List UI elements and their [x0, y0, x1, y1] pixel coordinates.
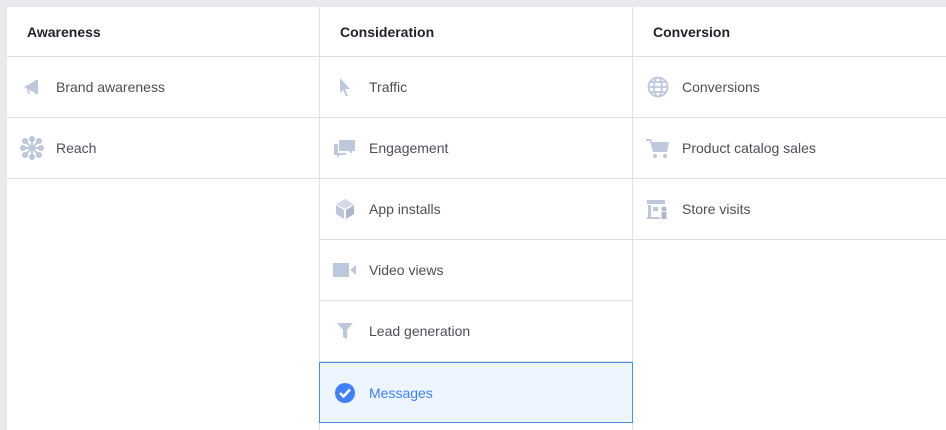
item-label: Messages: [369, 384, 433, 401]
store-icon: [646, 197, 670, 221]
video-camera-icon: [333, 258, 357, 282]
objective-brand-awareness[interactable]: Brand awareness: [7, 57, 319, 118]
objective-store-visits[interactable]: Store visits: [633, 179, 946, 240]
objective-lead-generation[interactable]: Lead generation: [320, 301, 632, 362]
funnel-icon: [333, 319, 357, 343]
column-header: Consideration: [320, 7, 632, 57]
item-label: Product catalog sales: [682, 140, 816, 156]
objective-conversions[interactable]: Conversions: [633, 57, 946, 118]
item-label: Brand awareness: [56, 79, 165, 95]
item-label: Engagement: [369, 140, 449, 156]
column-header: Awareness: [7, 7, 319, 57]
item-label: App installs: [369, 201, 441, 217]
item-label: Video views: [369, 262, 444, 278]
column-conversion: Conversion Conversions Product catalog s…: [633, 7, 946, 430]
cursor-icon: [333, 75, 357, 99]
objective-grid: Awareness Brand awareness Reach Consider…: [7, 7, 946, 430]
objective-video-views[interactable]: Video views: [320, 240, 632, 301]
objective-engagement[interactable]: Engagement: [320, 118, 632, 179]
globe-icon: [646, 75, 670, 99]
column-header: Conversion: [633, 7, 946, 57]
objective-traffic[interactable]: Traffic: [320, 57, 632, 118]
item-label: Lead generation: [369, 323, 471, 339]
item-label: Reach: [56, 140, 97, 156]
cart-icon: [646, 136, 670, 160]
check-circle-icon: [333, 381, 357, 405]
item-label: Store visits: [682, 201, 751, 217]
box-icon: [333, 197, 357, 221]
item-label: Conversions: [682, 79, 760, 95]
column-awareness: Awareness Brand awareness Reach: [7, 7, 320, 430]
column-consideration: Consideration Traffic Engagement App ins…: [319, 7, 633, 430]
reach-icon: [20, 136, 44, 160]
objective-app-installs[interactable]: App installs: [320, 179, 632, 240]
objective-product-catalog-sales[interactable]: Product catalog sales: [633, 118, 946, 179]
item-label: Traffic: [369, 79, 408, 95]
megaphone-icon: [20, 75, 44, 99]
objective-reach[interactable]: Reach: [7, 118, 319, 179]
chat-bubbles-icon: [333, 136, 357, 160]
objective-messages[interactable]: Messages: [319, 362, 633, 423]
